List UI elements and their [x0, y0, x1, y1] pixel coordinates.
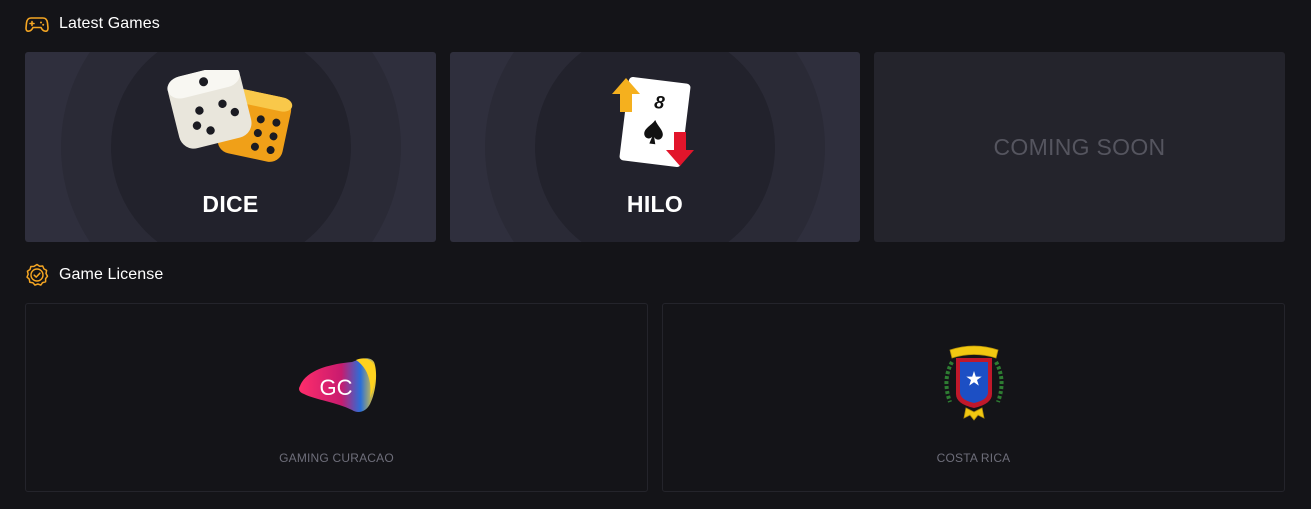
costa-rica-coat-of-arms [940, 342, 1008, 427]
license-name: GAMING CURACAO [279, 451, 394, 465]
game-label: DICE [202, 191, 259, 217]
license-card-costa-rica[interactable]: COSTA RICA [662, 303, 1285, 492]
coming-soon-label: COMING SOON [993, 134, 1166, 160]
gamepad-icon [25, 12, 49, 36]
verified-badge-icon [25, 263, 49, 287]
gc-logo: GC [296, 352, 378, 419]
section-title: Latest Games [59, 15, 160, 32]
license-card-gaming-curacao[interactable]: GC GAMING CURACAO [25, 303, 648, 492]
license-name: COSTA RICA [936, 451, 1011, 465]
latest-games-header: Latest Games [25, 12, 160, 36]
playing-card-illustration: 8 [610, 74, 700, 175]
section-title: Game License [59, 266, 164, 283]
dice-illustration [151, 64, 311, 180]
gc-logo-text: GC [319, 375, 352, 400]
game-card-dice[interactable]: DICE [25, 52, 436, 242]
game-card-hilo[interactable]: 8 HILO [450, 52, 860, 242]
game-license-header: Game License [25, 263, 163, 287]
game-label: HILO [626, 191, 684, 217]
game-card-coming-soon: COMING SOON [874, 52, 1285, 242]
